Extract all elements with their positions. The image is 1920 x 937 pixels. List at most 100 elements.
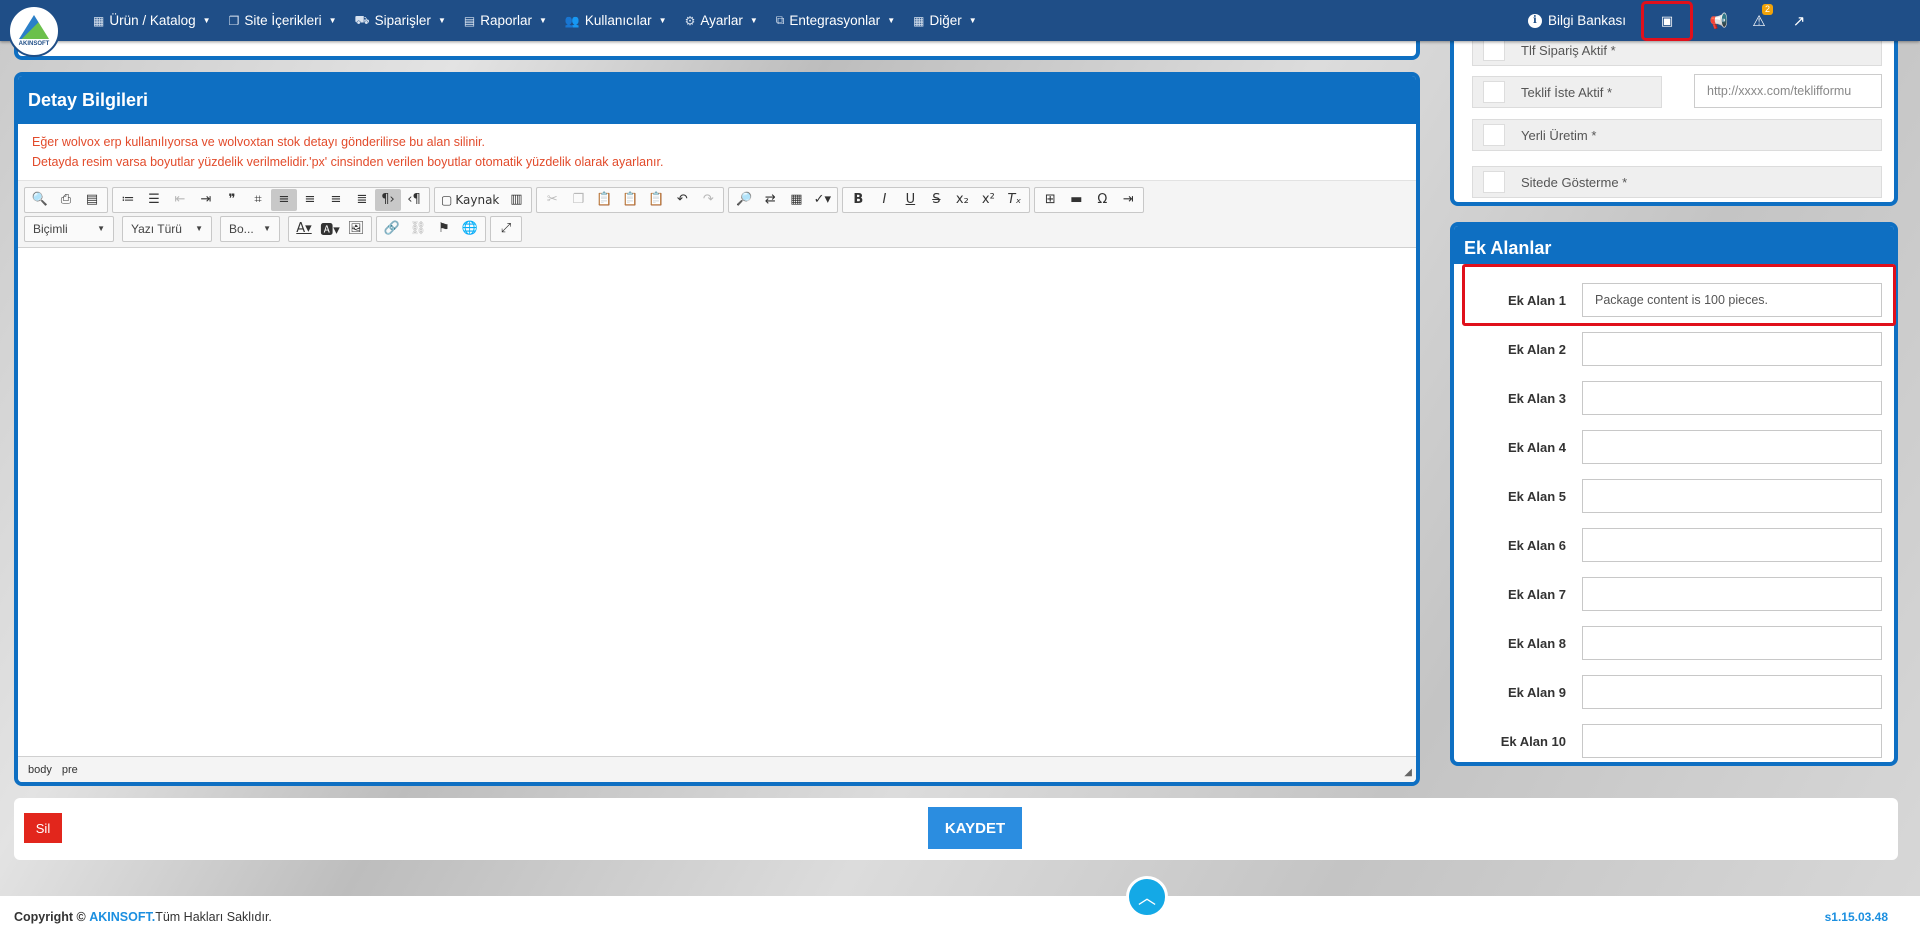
element-path-pre[interactable]: pre: [62, 764, 78, 776]
anchor-flag-icon[interactable]: ⚑: [431, 218, 457, 240]
align-center-icon[interactable]: ≡: [297, 189, 323, 211]
align-right-icon[interactable]: ≡: [323, 189, 349, 211]
knowledge-base-label: Bilgi Bankası: [1547, 13, 1626, 28]
source-button[interactable]: ▢ Kaynak: [437, 189, 503, 211]
teklif-iste-checkbox[interactable]: [1483, 81, 1505, 103]
remove-format-icon[interactable]: Tₓ: [1001, 189, 1027, 211]
special-char-icon[interactable]: Ω: [1089, 189, 1115, 211]
bg-color-icon[interactable]: 🅰▾: [317, 218, 343, 240]
akinsoft-logo[interactable]: AKINSOFT: [8, 5, 60, 57]
find-icon[interactable]: 🔎: [731, 189, 757, 211]
ek-alan-row: Ek Alan 3: [1454, 378, 1894, 418]
div-container-icon[interactable]: ⌗: [245, 189, 271, 211]
image-icon[interactable]: 🖼: [343, 218, 369, 240]
print-icon[interactable]: ⎙: [53, 189, 79, 211]
ek-alan-5-input[interactable]: [1582, 479, 1882, 513]
templates-icon[interactable]: ▤: [79, 189, 105, 211]
caret-down-icon: ▼: [202, 16, 211, 25]
menu-siparisler[interactable]: ⛟ Siparişler ▼: [346, 13, 455, 29]
italic-icon[interactable]: I: [871, 189, 897, 211]
grid-icon: ▦: [913, 13, 925, 28]
subscript-icon[interactable]: x₂: [949, 189, 975, 211]
table-icon[interactable]: ⊞: [1037, 189, 1063, 211]
menu-raporlar[interactable]: ▤ Raporlar ▼: [455, 13, 556, 28]
globe-icon[interactable]: 🌐: [457, 218, 483, 240]
preview-icon[interactable]: 🔍: [27, 189, 53, 211]
yerli-uretim-checkbox[interactable]: [1483, 124, 1505, 146]
paste-icon[interactable]: 📋: [591, 189, 617, 211]
menu-urun-katalog[interactable]: ▦ Ürün / Katalog ▼: [84, 13, 220, 28]
bold-icon[interactable]: B: [845, 189, 871, 211]
bullet-list-icon[interactable]: ☰: [141, 189, 167, 211]
external-link-button[interactable]: ↗: [1788, 10, 1810, 32]
outdent-icon[interactable]: ⇤: [167, 189, 193, 211]
format-select[interactable]: Biçimli ▼: [24, 215, 114, 242]
text-color-icon[interactable]: A▾: [291, 218, 317, 240]
page-break-icon[interactable]: ⇥: [1115, 189, 1141, 211]
align-left-icon[interactable]: ≡: [271, 188, 297, 211]
copy-icon[interactable]: ❐: [565, 189, 591, 211]
teklif-url-input[interactable]: http://xxxx.com/teklifformu: [1694, 74, 1882, 108]
link-icon[interactable]: 🔗: [379, 218, 405, 240]
ek-alan-8-input[interactable]: [1582, 626, 1882, 660]
menu-kullanicilar[interactable]: 👥 Kullanıcılar ▼: [556, 13, 676, 28]
rich-text-editor-body[interactable]: [18, 258, 1416, 756]
ek-alan-3-input[interactable]: [1582, 381, 1882, 415]
language-switch-button[interactable]: ▣: [1641, 0, 1693, 41]
cubes-icon: ▦: [93, 13, 105, 28]
ek-alan-label: Ek Alan 4: [1507, 439, 1566, 455]
ek-alan-2-input[interactable]: [1582, 332, 1882, 366]
unlink-icon[interactable]: ⛓: [405, 218, 431, 240]
font-select[interactable]: Yazı Türü ▼: [122, 215, 212, 242]
indent-icon[interactable]: ⇥: [193, 189, 219, 211]
justify-icon[interactable]: ≣: [349, 189, 375, 211]
superscript-icon[interactable]: x²: [975, 189, 1001, 211]
element-path-body[interactable]: body: [28, 764, 52, 776]
sitede-gosterme-checkbox[interactable]: [1483, 171, 1505, 193]
caret-down-icon: ▼: [97, 224, 105, 233]
announcements-button[interactable]: 📢: [1708, 10, 1730, 32]
select-all-icon[interactable]: ▦: [783, 189, 809, 211]
cut-icon[interactable]: ✂: [539, 189, 565, 211]
strikethrough-icon[interactable]: S: [923, 189, 949, 211]
save-button[interactable]: KAYDET: [928, 807, 1022, 849]
brand-link[interactable]: AKINSOFT.: [89, 910, 155, 924]
knowledge-base-link[interactable]: i Bilgi Bankası: [1527, 13, 1626, 28]
delete-button[interactable]: Sil: [24, 813, 62, 843]
ek-alan-6-input[interactable]: [1582, 528, 1882, 562]
replace-icon[interactable]: ⇄: [757, 189, 783, 211]
menu-diger[interactable]: ▦ Diğer ▼: [904, 13, 986, 28]
menu-entegrasyonlar[interactable]: ⧉ Entegrasyonlar ▼: [767, 13, 904, 28]
ek-alan-10-input[interactable]: [1582, 724, 1882, 758]
ek-alan-7-input[interactable]: [1582, 577, 1882, 611]
ek-alan-row: Ek Alan 10: [1454, 721, 1894, 761]
paste-word-icon[interactable]: 📋: [643, 189, 669, 211]
horizontal-rule-icon[interactable]: ▬: [1063, 189, 1089, 211]
menu-site-icerikleri[interactable]: ❐ Site İçerikleri ▼: [220, 13, 346, 28]
size-select[interactable]: Bo... ▼: [220, 215, 280, 242]
show-blocks-icon[interactable]: ▥: [503, 189, 529, 211]
maximize-icon[interactable]: ⤢: [493, 218, 519, 240]
caret-down-icon: ▼: [328, 16, 337, 25]
ltr-icon[interactable]: ¶›: [375, 188, 401, 211]
rtl-icon[interactable]: ‹¶: [401, 189, 427, 211]
spellcheck-icon[interactable]: ✓▾: [809, 189, 835, 211]
menu-label: Siparişler: [374, 13, 431, 28]
underline-icon[interactable]: U: [897, 189, 923, 211]
ek-alan-9-input[interactable]: [1582, 675, 1882, 709]
alerts-button[interactable]: ⚠ 2: [1748, 3, 1773, 32]
menu-label: Ayarlar: [700, 13, 743, 28]
numbered-list-icon[interactable]: ≔: [115, 189, 141, 211]
undo-icon[interactable]: ↶: [669, 189, 695, 211]
ek-alan-4-input[interactable]: [1582, 430, 1882, 464]
scroll-to-top-button[interactable]: ︿: [1126, 876, 1168, 918]
menu-label: Site İçerikleri: [244, 13, 322, 28]
external-link-icon: ↗: [1792, 12, 1806, 30]
paste-text-icon[interactable]: 📋: [617, 189, 643, 211]
menu-ayarlar[interactable]: ⚙ Ayarlar ▼: [676, 13, 767, 28]
tlf-siparis-checkbox[interactable]: [1483, 39, 1505, 61]
blockquote-icon[interactable]: ❞: [219, 189, 245, 211]
format-select-label: Biçimli: [33, 221, 68, 236]
resize-handle-icon[interactable]: ◢: [1404, 767, 1412, 778]
redo-icon[interactable]: ↷: [695, 189, 721, 211]
